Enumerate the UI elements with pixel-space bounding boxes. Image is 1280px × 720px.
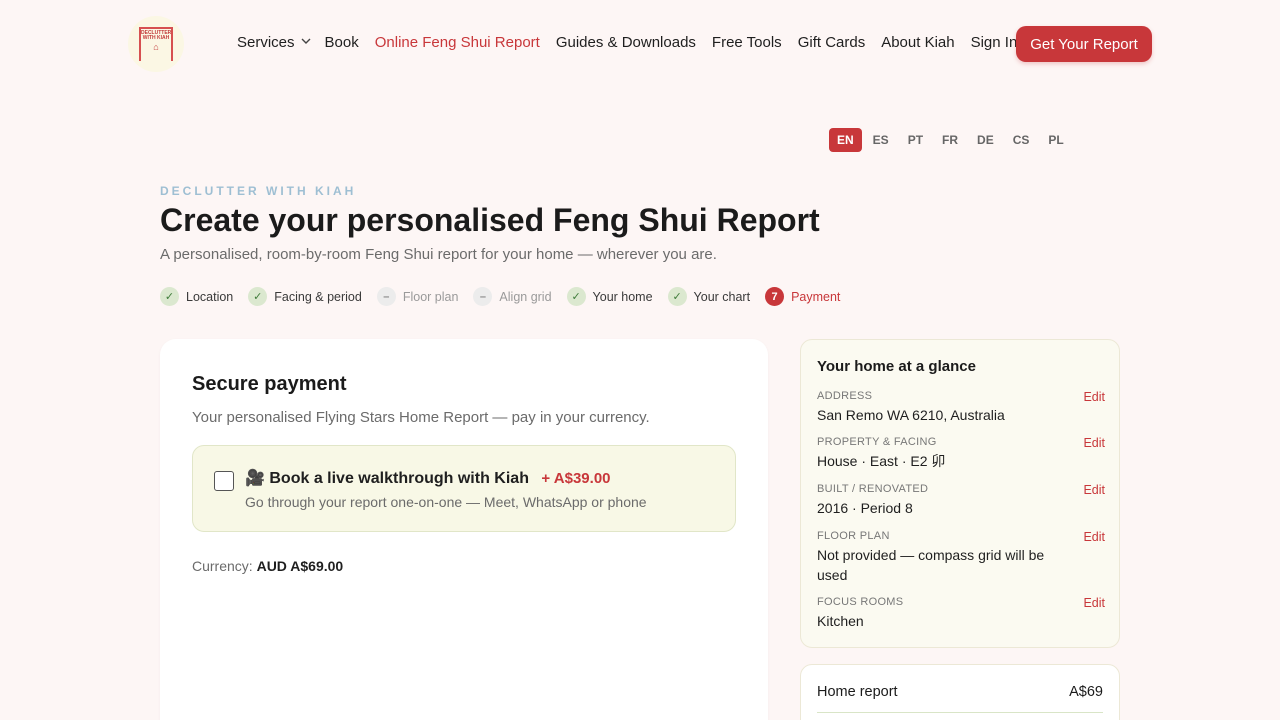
addon-title-text: Book a live walkthrough with Kiah: [269, 470, 529, 487]
step-your-home[interactable]: ✓ Your home: [566, 287, 653, 306]
glance-row-floor-plan: FLOOR PLAN Not provided — compass grid w…: [817, 530, 1105, 585]
order-summary: Home report A$69: [800, 664, 1120, 720]
glance-row-built: BUILT / RENOVATED 2016 · Period 8 Edit: [817, 483, 1105, 518]
brand-logo[interactable]: DECLUTTER WITH KIAH ⌂: [128, 16, 184, 72]
glance-label: PROPERTY & FACING: [817, 436, 937, 448]
nav-item-services[interactable]: Services: [237, 34, 311, 51]
step-label: Your home: [592, 289, 653, 304]
step-label: Payment: [791, 289, 841, 304]
lang-cs[interactable]: CS: [1005, 128, 1038, 152]
progress-steps: ✓ Location ✓ Facing & period – Floor pla…: [160, 287, 855, 306]
step-your-chart[interactable]: ✓ Your chart: [667, 287, 751, 306]
edit-focus-rooms-link[interactable]: Edit: [1083, 596, 1105, 610]
step-label: Floor plan: [402, 289, 459, 304]
step-facing-period[interactable]: ✓ Facing & period: [248, 287, 362, 306]
currency-summary: Currency: AUD A$69.00: [192, 558, 343, 574]
addon-description: Go through your report one-on-one — Meet…: [245, 494, 647, 510]
edit-floor-plan-link[interactable]: Edit: [1083, 530, 1105, 544]
edit-built-link[interactable]: Edit: [1083, 483, 1105, 497]
glance-title: Your home at a glance: [817, 358, 976, 375]
nav-links: Services Book Online Feng Shui Report Gu…: [237, 34, 1033, 51]
step-number-badge: 7: [765, 287, 785, 306]
video-camera-icon: 🎥: [245, 470, 265, 487]
home-at-a-glance: Your home at a glance ADDRESS San Remo W…: [800, 339, 1120, 648]
payment-card: Secure payment Your personalised Flying …: [160, 339, 768, 720]
dash-icon: –: [473, 287, 493, 306]
glance-value: 2016 · Period 8: [817, 500, 913, 516]
glance-value: San Remo WA 6210, Australia: [817, 407, 1005, 423]
payment-title: Secure payment: [192, 373, 347, 395]
glance-value: House · East · E2 卯: [817, 453, 946, 469]
payment-description: Your personalised Flying Stars Home Repo…: [192, 409, 650, 426]
glance-row-focus-rooms: FOCUS ROOMS Kitchen Edit: [817, 596, 1105, 631]
lang-pt[interactable]: PT: [900, 128, 931, 152]
nav-item-book[interactable]: Book: [325, 34, 359, 51]
step-floor-plan[interactable]: – Floor plan: [376, 287, 459, 306]
top-nav: DECLUTTER WITH KIAH ⌂ Services Book Onli…: [0, 0, 1280, 88]
language-switcher: EN ES PT FR DE CS PL: [829, 128, 1075, 152]
currency-value: AUD A$69.00: [256, 558, 344, 574]
check-icon: ✓: [566, 287, 586, 306]
summary-item-label: Home report: [817, 684, 898, 700]
lang-pl[interactable]: PL: [1040, 128, 1071, 152]
nav-item-free-tools[interactable]: Free Tools: [712, 34, 782, 51]
nav-item-about[interactable]: About Kiah: [881, 34, 954, 51]
glance-label: FLOOR PLAN: [817, 530, 890, 542]
dash-icon: –: [376, 287, 396, 306]
walkthrough-addon[interactable]: 🎥 Book a live walkthrough with Kiah + A$…: [192, 445, 736, 532]
glance-value: Kitchen: [817, 613, 864, 629]
walkthrough-checkbox[interactable]: [214, 471, 234, 491]
get-report-button[interactable]: Get Your Report: [1016, 26, 1152, 62]
chevron-down-icon: [301, 37, 311, 45]
check-icon: ✓: [248, 287, 268, 306]
addon-title: 🎥 Book a live walkthrough with Kiah + A$…: [245, 468, 611, 488]
house-icon: ⌂: [153, 42, 159, 52]
lang-en[interactable]: EN: [829, 128, 862, 152]
step-payment[interactable]: 7 Payment: [765, 287, 840, 306]
step-label: Align grid: [499, 289, 552, 304]
summary-item-price: A$69: [1069, 684, 1103, 700]
page-title: Create your personalised Feng Shui Repor…: [160, 202, 820, 238]
page-subtitle: A personalised, room-by-room Feng Shui r…: [160, 246, 717, 263]
edit-property-link[interactable]: Edit: [1083, 436, 1105, 450]
glance-row-address: ADDRESS San Remo WA 6210, Australia Edit: [817, 390, 1105, 425]
glance-value: Not provided — compass grid will be used: [817, 547, 1045, 583]
nav-item-sign-in[interactable]: Sign In: [971, 34, 1018, 51]
lang-fr[interactable]: FR: [934, 128, 966, 152]
addon-price: + A$39.00: [541, 470, 611, 487]
check-icon: ✓: [667, 287, 687, 306]
step-label: Location: [186, 289, 234, 304]
lang-es[interactable]: ES: [865, 128, 897, 152]
nav-item-gift-cards[interactable]: Gift Cards: [798, 34, 866, 51]
logo-frame: DECLUTTER WITH KIAH ⌂: [139, 27, 173, 61]
step-label: Your chart: [693, 289, 751, 304]
step-align-grid[interactable]: – Align grid: [473, 287, 552, 306]
glance-row-property: PROPERTY & FACING House · East · E2 卯 Ed…: [817, 436, 1105, 471]
glance-label: ADDRESS: [817, 390, 873, 402]
glance-label: BUILT / RENOVATED: [817, 483, 929, 495]
step-location[interactable]: ✓ Location: [160, 287, 233, 306]
glance-label: FOCUS ROOMS: [817, 596, 904, 608]
lang-de[interactable]: DE: [969, 128, 1002, 152]
summary-divider: [817, 712, 1103, 713]
edit-address-link[interactable]: Edit: [1083, 390, 1105, 404]
check-icon: ✓: [160, 287, 179, 306]
logo-text: DECLUTTER WITH KIAH: [141, 30, 172, 41]
nav-item-online-report[interactable]: Online Feng Shui Report: [375, 34, 540, 51]
nav-item-label: Services: [237, 34, 295, 51]
nav-item-guides[interactable]: Guides & Downloads: [556, 34, 696, 51]
eyebrow: DECLUTTER WITH KIAH: [160, 184, 357, 198]
step-label: Facing & period: [274, 289, 362, 304]
currency-label: Currency:: [192, 558, 253, 574]
